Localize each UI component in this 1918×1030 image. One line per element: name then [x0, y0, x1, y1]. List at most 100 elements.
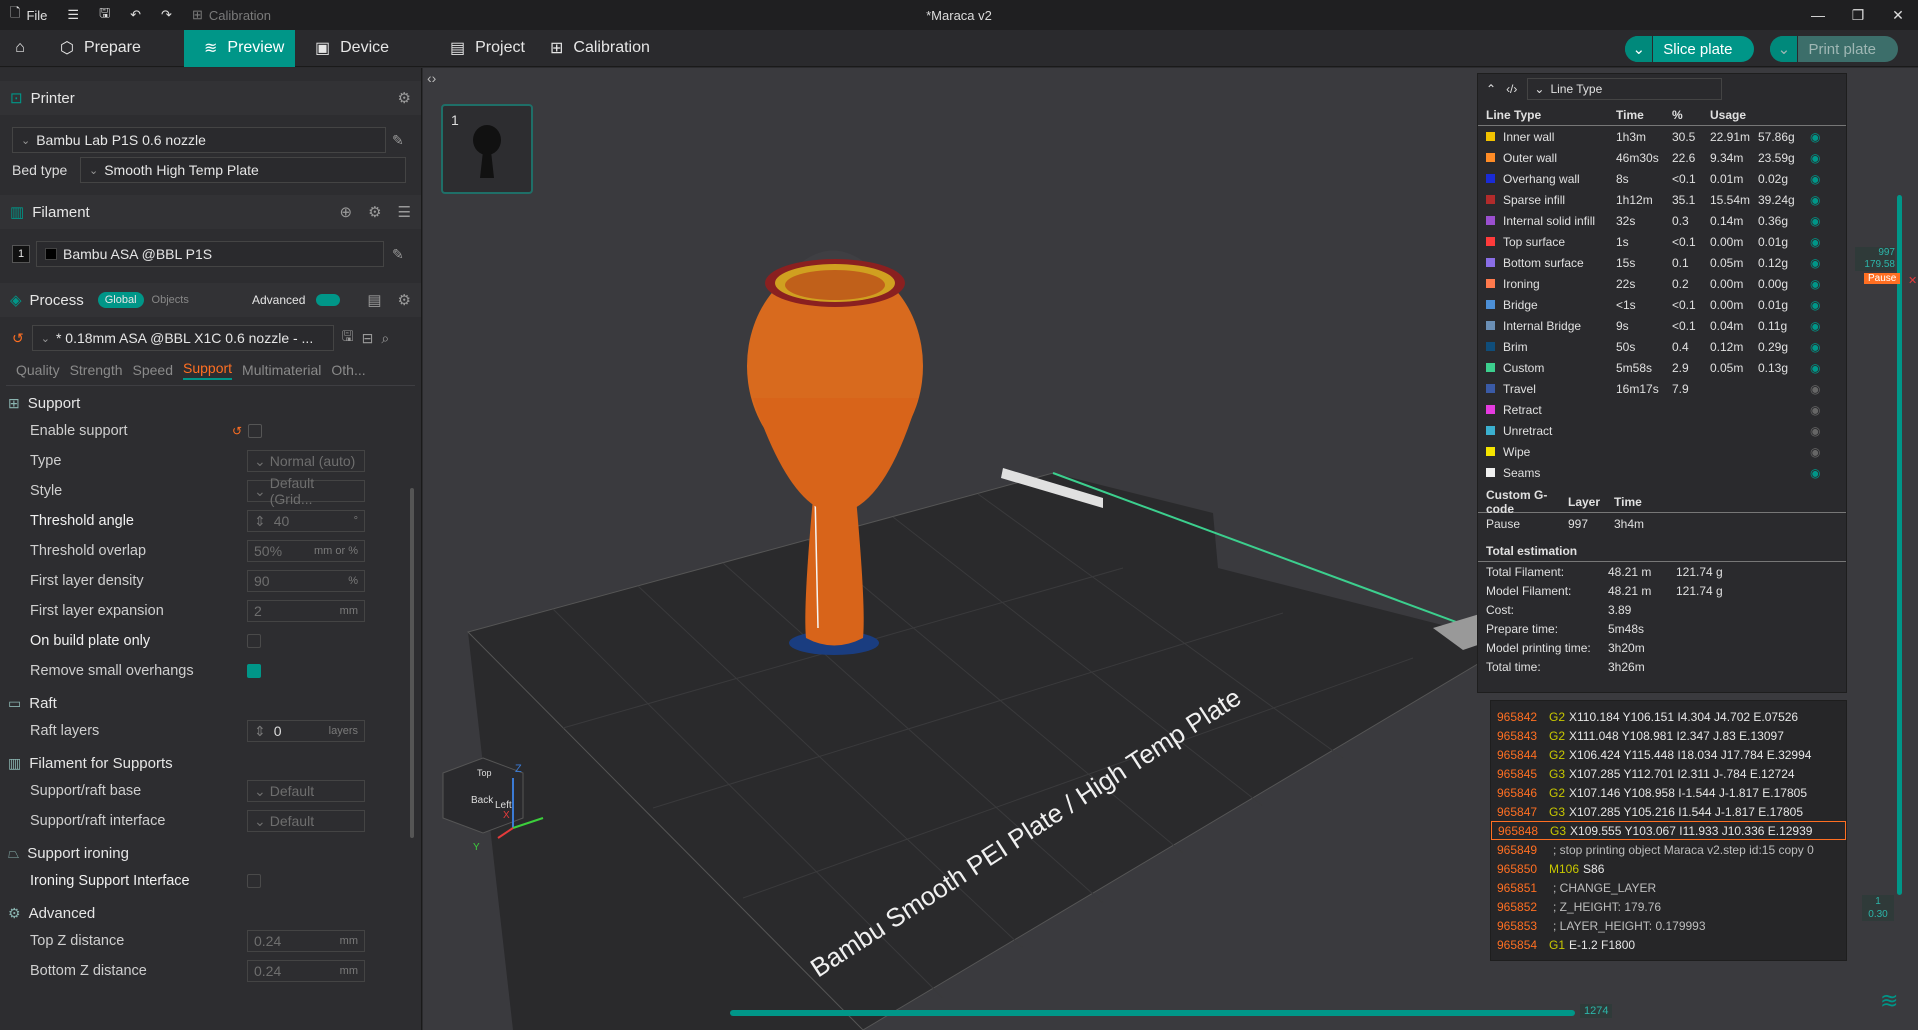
- global-toggle[interactable]: Global: [97, 292, 144, 308]
- legend-row[interactable]: Bottom surface 15s 0.1 0.05m 0.12g ◉: [1478, 252, 1846, 273]
- gcode-line[interactable]: 965851 ; CHANGE_LAYER: [1491, 878, 1846, 897]
- tab-calibration[interactable]: ⊞ Calibration: [530, 30, 670, 67]
- gcode-line[interactable]: 965846 G2 X107.146 Y108.958 I-1.544 J-1.81…: [1491, 783, 1846, 802]
- gcode-line[interactable]: 965845 G3 X107.285 Y112.701 I2.311 J-.784 …: [1491, 764, 1846, 783]
- tab-prepare[interactable]: ⬡ Prepare: [40, 30, 184, 67]
- process-profile-select[interactable]: ⌄ * 0.18mm ASA @BBL X1C 0.6 nozzle - ...: [31, 325, 334, 351]
- subtab-speed[interactable]: Speed: [133, 362, 173, 378]
- first-layer-expansion-input[interactable]: 2 mm: [247, 600, 365, 622]
- restore-icon[interactable]: ❐: [1838, 0, 1878, 30]
- minimize-icon[interactable]: —: [1798, 0, 1838, 30]
- tab-project[interactable]: ▤ Project: [430, 30, 530, 67]
- spin-icon[interactable]: ⇕: [254, 513, 266, 530]
- legend-row[interactable]: Brim 50s 0.4 0.12m 0.29g ◉: [1478, 336, 1846, 357]
- legend-row[interactable]: Internal solid infill 32s 0.3 0.14m 0.36g ◉: [1478, 210, 1846, 231]
- legend-row[interactable]: Sparse infill 1h12m 35.1 15.54m 39.24g ◉: [1478, 189, 1846, 210]
- pause-marker[interactable]: Pause: [1864, 273, 1901, 284]
- filament-settings-icon[interactable]: ⚙: [368, 203, 381, 221]
- chevron-down-icon[interactable]: ⌄: [1625, 36, 1654, 62]
- gcode-line[interactable]: 965852 ; Z_HEIGHT: 179.76: [1491, 897, 1846, 916]
- subtab-others[interactable]: Oth...: [331, 362, 365, 378]
- enable-support-checkbox[interactable]: [248, 424, 262, 438]
- tab-device[interactable]: ▣ Device: [295, 30, 430, 67]
- legend-row[interactable]: Inner wall 1h3m 30.5 22.91m 57.86g ◉: [1478, 126, 1846, 147]
- legend-row[interactable]: Internal Bridge 9s <0.1 0.04m 0.11g ◉: [1478, 315, 1846, 336]
- eye-icon[interactable]: ◉: [1810, 361, 1820, 375]
- close-icon[interactable]: ✕: [1878, 0, 1918, 30]
- gcode-line[interactable]: 965850 M106 S86: [1491, 859, 1846, 878]
- build-plate-only-checkbox[interactable]: [247, 634, 261, 648]
- eye-icon[interactable]: ◉: [1810, 214, 1820, 228]
- view-type-select[interactable]: ⌄ Line Type: [1527, 78, 1723, 100]
- legend-row[interactable]: Custom 5m58s 2.9 0.05m 0.13g ◉: [1478, 357, 1846, 378]
- sidebar-scrollbar[interactable]: [410, 488, 414, 838]
- settings-sliders-icon[interactable]: ☰: [398, 203, 411, 221]
- support-base-select[interactable]: ⌄ Default: [247, 780, 365, 802]
- menu-icon[interactable]: ☰: [57, 7, 89, 23]
- calibration-shortcut[interactable]: ⊞ Calibration: [182, 7, 281, 23]
- eye-off-icon[interactable]: ◉: [1810, 403, 1820, 417]
- threshold-overlap-input[interactable]: 50% mm or %: [247, 540, 365, 562]
- legend-row[interactable]: Seams ◉: [1478, 462, 1846, 483]
- legend-row[interactable]: Retract ◉: [1478, 399, 1846, 420]
- legend-row[interactable]: Outer wall 46m30s 22.6 9.34m 23.59g ◉: [1478, 147, 1846, 168]
- legend-row[interactable]: Overhang wall 8s <0.1 0.01m 0.02g ◉: [1478, 168, 1846, 189]
- search-icon[interactable]: ⌕: [381, 330, 389, 347]
- settings-sliders-icon[interactable]: ⚙: [398, 89, 411, 107]
- redo-icon[interactable]: ↷: [151, 7, 182, 23]
- first-layer-density-input[interactable]: 90%: [247, 570, 365, 592]
- legend-row[interactable]: Ironing 22s 0.2 0.00m 0.00g ◉: [1478, 273, 1846, 294]
- objects-toggle[interactable]: Objects: [152, 294, 189, 306]
- home-icon[interactable]: ⌂: [0, 30, 40, 67]
- edit-icon[interactable]: ✎: [392, 132, 404, 149]
- gcode-line[interactable]: 965854 G1 E-1.2 F1800: [1491, 935, 1846, 954]
- subtab-quality[interactable]: Quality: [16, 362, 60, 378]
- eye-icon[interactable]: ◉: [1810, 256, 1820, 270]
- layers-icon[interactable]: ≋: [1880, 988, 1898, 1014]
- gcode-line[interactable]: 965847 G3 X107.285 Y105.216 I1.544 J-1.817…: [1491, 802, 1846, 821]
- eye-off-icon[interactable]: ◉: [1810, 382, 1820, 396]
- layer-slider[interactable]: [1897, 195, 1902, 895]
- eye-off-icon[interactable]: ◉: [1810, 445, 1820, 459]
- subtab-support[interactable]: Support: [183, 360, 233, 380]
- legend-row[interactable]: Bridge <1s <0.1 0.00m 0.01g ◉: [1478, 294, 1846, 315]
- gcode-line[interactable]: 965848 G3 X109.555 Y103.067 I11.933 J10.33…: [1491, 821, 1846, 840]
- legend-row[interactable]: Top surface 1s <0.1 0.00m 0.01g ◉: [1478, 231, 1846, 252]
- move-slider[interactable]: [730, 1010, 1575, 1016]
- legend-row[interactable]: Unretract ◉: [1478, 420, 1846, 441]
- bottom-z-input[interactable]: 0.24 mm: [247, 960, 365, 982]
- eye-icon[interactable]: ◉: [1810, 298, 1820, 312]
- advanced-switch[interactable]: [316, 294, 340, 306]
- code-icon[interactable]: ‹/›: [1506, 82, 1517, 96]
- compare-icon[interactable]: ▤: [367, 291, 381, 309]
- settings-sliders-icon[interactable]: ⚙: [398, 291, 411, 309]
- bed-type-select[interactable]: ⌄ Smooth High Temp Plate: [80, 157, 406, 183]
- close-icon[interactable]: ✕: [1908, 274, 1917, 287]
- subtab-multimaterial[interactable]: Multimaterial: [242, 362, 321, 378]
- eye-icon[interactable]: ◉: [1810, 235, 1820, 249]
- top-z-input[interactable]: 0.24 mm: [247, 930, 365, 952]
- eye-icon[interactable]: ◉: [1810, 277, 1820, 291]
- printer-select[interactable]: ⌄ Bambu Lab P1S 0.6 nozzle: [12, 127, 386, 153]
- eye-icon[interactable]: ◉: [1810, 340, 1820, 354]
- gcode-line[interactable]: 965843 G2 X111.048 Y108.981 I2.347 J.83 E.…: [1491, 726, 1846, 745]
- reset-icon[interactable]: ↺: [232, 424, 242, 438]
- support-interface-select[interactable]: ⌄ Default: [247, 810, 365, 832]
- collapse-icon[interactable]: ⊟: [362, 330, 374, 347]
- support-style-select[interactable]: ⌄ Default (Grid...: [247, 475, 365, 507]
- eye-icon[interactable]: ◉: [1810, 130, 1820, 144]
- filament-color-swatch[interactable]: [45, 248, 57, 260]
- ironing-interface-checkbox[interactable]: [247, 874, 261, 888]
- eye-icon[interactable]: ◉: [1810, 319, 1820, 333]
- undo-icon[interactable]: ↶: [120, 7, 151, 23]
- edit-icon[interactable]: ✎: [392, 246, 404, 263]
- gcode-line[interactable]: 965853 ; LAYER_HEIGHT: 0.179993: [1491, 916, 1846, 935]
- collapse-up-icon[interactable]: ⌃: [1486, 82, 1496, 96]
- raft-layers-input[interactable]: ⇕ 0 layers: [247, 720, 365, 742]
- chevron-down-icon[interactable]: ⌄: [1770, 36, 1799, 62]
- support-type-select[interactable]: ⌄ Normal (auto): [247, 450, 365, 472]
- spin-icon[interactable]: ⇕: [254, 723, 266, 740]
- save-icon[interactable]: 🖫: [342, 326, 354, 350]
- subtab-strength[interactable]: Strength: [70, 362, 123, 378]
- add-filament-icon[interactable]: ⊕: [340, 203, 353, 221]
